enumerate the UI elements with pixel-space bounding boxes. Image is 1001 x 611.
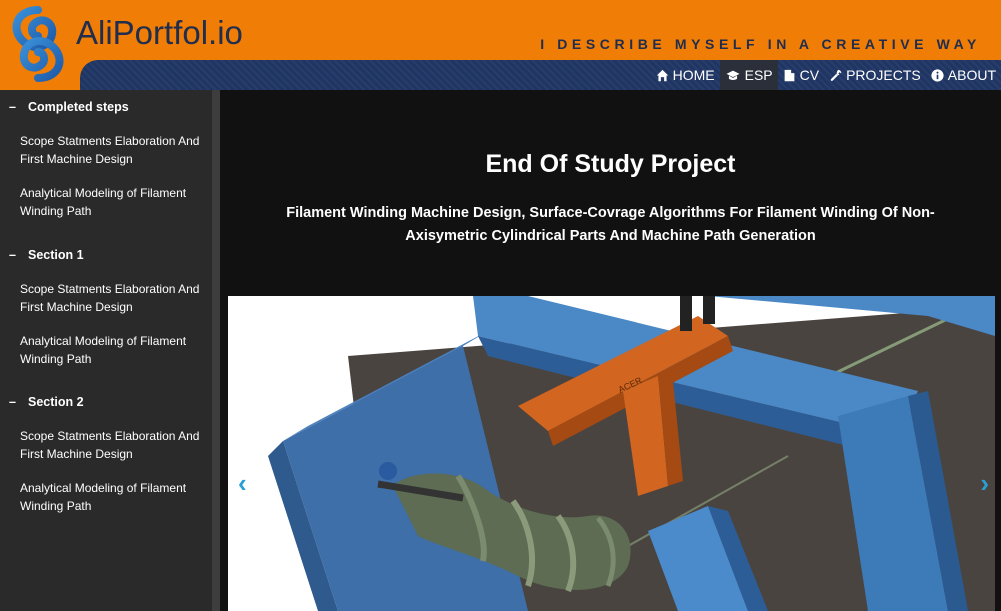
sidebar-section-title: Section 1 xyxy=(28,248,84,262)
collapse-dash-icon: – xyxy=(9,100,16,114)
nav-menu: HOME ESP CV PROJECTS ABOUT xyxy=(651,60,1001,90)
sidebar-link-scope[interactable]: Scope Statments Elaboration And First Ma… xyxy=(20,280,210,316)
carousel-next-arrow-icon[interactable]: › xyxy=(980,468,989,499)
nav-esp-label: ESP xyxy=(744,67,773,83)
sidebar-scrollbar[interactable] xyxy=(212,90,220,611)
document-icon xyxy=(784,69,794,81)
sidebar-link-scope[interactable]: Scope Statments Elaboration And First Ma… xyxy=(20,132,210,168)
machine-render-image: ACER xyxy=(228,296,995,611)
nav-home[interactable]: HOME xyxy=(651,60,720,90)
site-header: AliPortfol.io I DESCRIBE MYSELF IN A CRE… xyxy=(0,0,1001,90)
sidebar-section-title: Section 2 xyxy=(28,395,84,409)
sidebar-link-analytical-modeling[interactable]: Analytical Modeling of Filament Winding … xyxy=(20,184,210,220)
nav-about[interactable]: ABOUT xyxy=(926,60,1001,90)
info-icon xyxy=(931,68,944,82)
tagline: I DESCRIBE MYSELF IN A CREATIVE WAY xyxy=(540,36,981,52)
sidebar-link-analytical-modeling[interactable]: Analytical Modeling of Filament Winding … xyxy=(20,332,210,368)
nav-about-label: ABOUT xyxy=(947,67,996,83)
nav-projects-label: PROJECTS xyxy=(846,67,921,83)
sidebar-section-completed-steps[interactable]: – Completed steps xyxy=(9,100,129,114)
collapse-dash-icon: – xyxy=(9,248,16,262)
nav-esp[interactable]: ESP xyxy=(719,60,778,90)
main-navbar: HOME ESP CV PROJECTS ABOUT xyxy=(80,60,1001,90)
carousel-prev-arrow-icon[interactable]: ‹ xyxy=(238,468,247,499)
sidebar-section-1[interactable]: – Section 1 xyxy=(9,248,84,262)
nav-home-label: HOME xyxy=(672,67,715,83)
sidebar-section-2[interactable]: – Section 2 xyxy=(9,395,84,409)
sidebar-link-scope[interactable]: Scope Statments Elaboration And First Ma… xyxy=(20,427,210,463)
graduation-cap-icon xyxy=(726,70,740,80)
wrench-icon xyxy=(830,69,842,81)
sidebar-section-title: Completed steps xyxy=(28,100,129,114)
page-subtitle: Filament Winding Machine Design, Surface… xyxy=(286,205,935,244)
brand-logo-icon[interactable] xyxy=(6,6,70,82)
nav-cv-label: CV xyxy=(799,67,820,83)
home-icon xyxy=(656,69,668,81)
collapse-dash-icon: – xyxy=(9,395,16,409)
sidebar: – Completed steps Scope Statments Elabora… xyxy=(0,90,212,611)
image-carousel[interactable]: ACER ‹ › xyxy=(228,296,995,611)
page-title: End Of Study Project xyxy=(485,150,736,178)
nav-projects[interactable]: PROJECTS xyxy=(824,60,926,90)
nav-cv[interactable]: CV xyxy=(778,60,824,90)
sidebar-link-analytical-modeling[interactable]: Analytical Modeling of Filament Winding … xyxy=(20,479,210,515)
brand-name[interactable]: AliPortfol.io xyxy=(76,14,243,52)
